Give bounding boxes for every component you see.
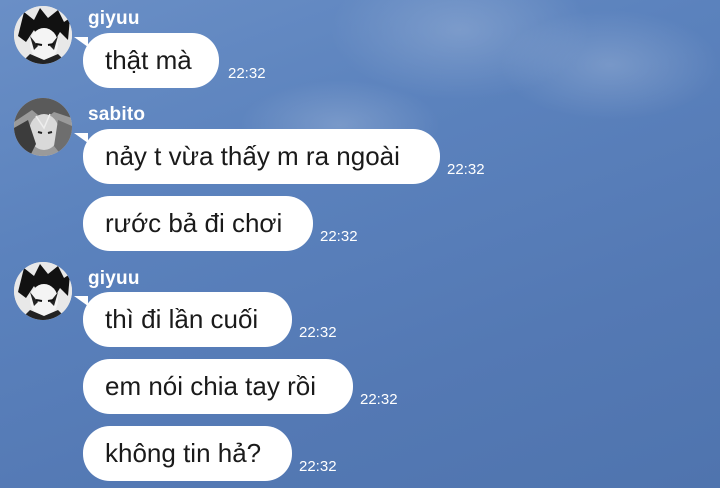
sender-name: giyuu	[88, 268, 140, 289]
bubble-tail	[74, 296, 88, 306]
message-bubble[interactable]: thật mà	[74, 33, 219, 88]
bubble-tail	[74, 37, 88, 47]
message-time: 22:32	[447, 161, 485, 178]
message-bubble[interactable]: không tin hả?	[83, 426, 292, 481]
bubble-tail	[74, 133, 88, 143]
message-text: thật mà	[105, 45, 192, 75]
message-bubble[interactable]: rước bả đi chơi	[83, 196, 313, 251]
message-time: 22:32	[228, 65, 266, 82]
message-text: thì đi lần cuối	[105, 304, 259, 334]
sabito-avatar[interactable]	[14, 98, 72, 156]
sender-name: sabito	[88, 104, 146, 125]
message-bubble[interactable]: nảy t vừa thấy m ra ngoài	[74, 129, 440, 184]
message-bubble[interactable]: thì đi lần cuối	[74, 292, 292, 347]
message-text: nảy t vừa thấy m ra ngoài	[105, 141, 400, 171]
message-text: rước bả đi chơi	[105, 208, 283, 238]
giyuu-avatar[interactable]	[14, 262, 72, 320]
sender-name: giyuu	[88, 8, 140, 29]
message-time: 22:32	[320, 228, 358, 245]
message-bubble[interactable]: em nói chia tay rồi	[83, 359, 353, 414]
message-time: 22:32	[299, 324, 337, 341]
message-time: 22:32	[299, 458, 337, 475]
message-time: 22:32	[360, 391, 398, 408]
message-text: không tin hả?	[105, 438, 262, 468]
message-text: em nói chia tay rồi	[105, 371, 316, 401]
giyuu-avatar[interactable]	[14, 6, 72, 64]
background-cloud	[500, 10, 720, 120]
background-cloud	[330, 0, 590, 100]
